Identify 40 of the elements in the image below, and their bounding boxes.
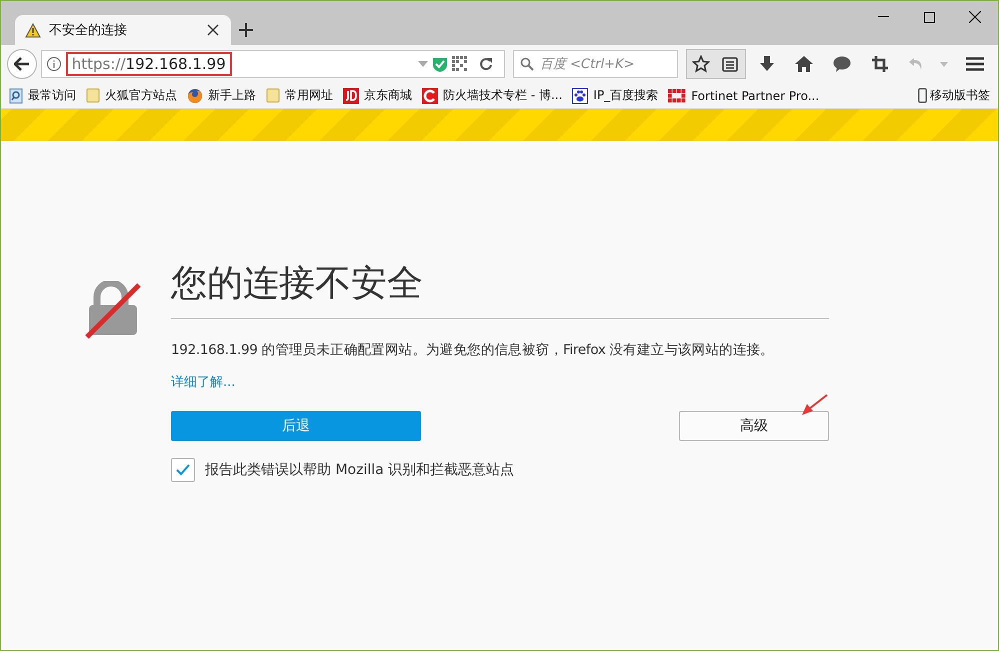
bookmark-item[interactable]: 防火墙技术专栏 - 博... <box>422 87 562 104</box>
shield-icon[interactable] <box>432 56 448 72</box>
checkmark-icon <box>176 464 190 476</box>
phone-icon <box>918 88 927 103</box>
grid-logo-icon <box>668 88 686 102</box>
report-checkbox[interactable] <box>171 458 195 482</box>
info-icon[interactable] <box>46 56 62 72</box>
qr-code-icon[interactable] <box>452 56 468 72</box>
annotation-arrow <box>799 393 829 417</box>
c-logo-icon <box>422 88 438 104</box>
advanced-button[interactable]: 高级 <box>679 411 829 441</box>
page-title: 您的连接不安全 <box>171 259 829 319</box>
bookmark-item[interactable]: Fortinet Partner Pro... <box>668 88 820 102</box>
paw-icon <box>572 88 588 104</box>
learn-more-link[interactable]: 详细了解... <box>171 373 236 391</box>
bookmark-item[interactable]: 最常访问 <box>9 87 76 104</box>
search-page-icon <box>9 88 23 104</box>
search-placeholder: 百度 <Ctrl+K> <box>540 56 634 73</box>
checkbox-label: 报告此类错误以帮助 Mozilla 识别和拦截恶意站点 <box>205 461 514 479</box>
url-field[interactable]: https://192.168.1.99 <box>40 50 506 78</box>
search-field[interactable]: 百度 <Ctrl+K> <box>513 50 678 78</box>
warning-icon <box>25 22 41 38</box>
error-message: 192.168.1.99 的管理员未正确配置网站。为避免您的信息被窃，Firefox 没有建立与该网站的连接。 <box>171 341 775 359</box>
jd-logo-icon <box>343 88 359 104</box>
bookmark-item[interactable]: 火狐官方站点 <box>86 87 177 104</box>
browser-tab[interactable]: 不安全的连接 <box>15 15 231 45</box>
tab-title: 不安全的连接 <box>49 22 128 39</box>
bookmark-item[interactable]: IP_百度搜索 <box>572 87 658 104</box>
bookmark-item[interactable]: 新手上路 <box>187 87 256 104</box>
search-icon <box>520 57 534 71</box>
mobile-bookmarks[interactable]: 移动版书签 <box>918 87 990 104</box>
bookmark-item[interactable]: 京东商城 <box>343 87 412 104</box>
bookmark-item[interactable]: 常用网址 <box>266 87 333 104</box>
url-text: https://192.168.1.99 <box>66 52 414 76</box>
back-icon[interactable] <box>7 49 37 79</box>
folder-icon <box>86 88 100 103</box>
broken-lock-icon <box>85 281 143 339</box>
folder-icon <box>266 88 280 103</box>
firefox-icon <box>187 88 203 104</box>
close-tab-icon[interactable] <box>205 22 221 38</box>
